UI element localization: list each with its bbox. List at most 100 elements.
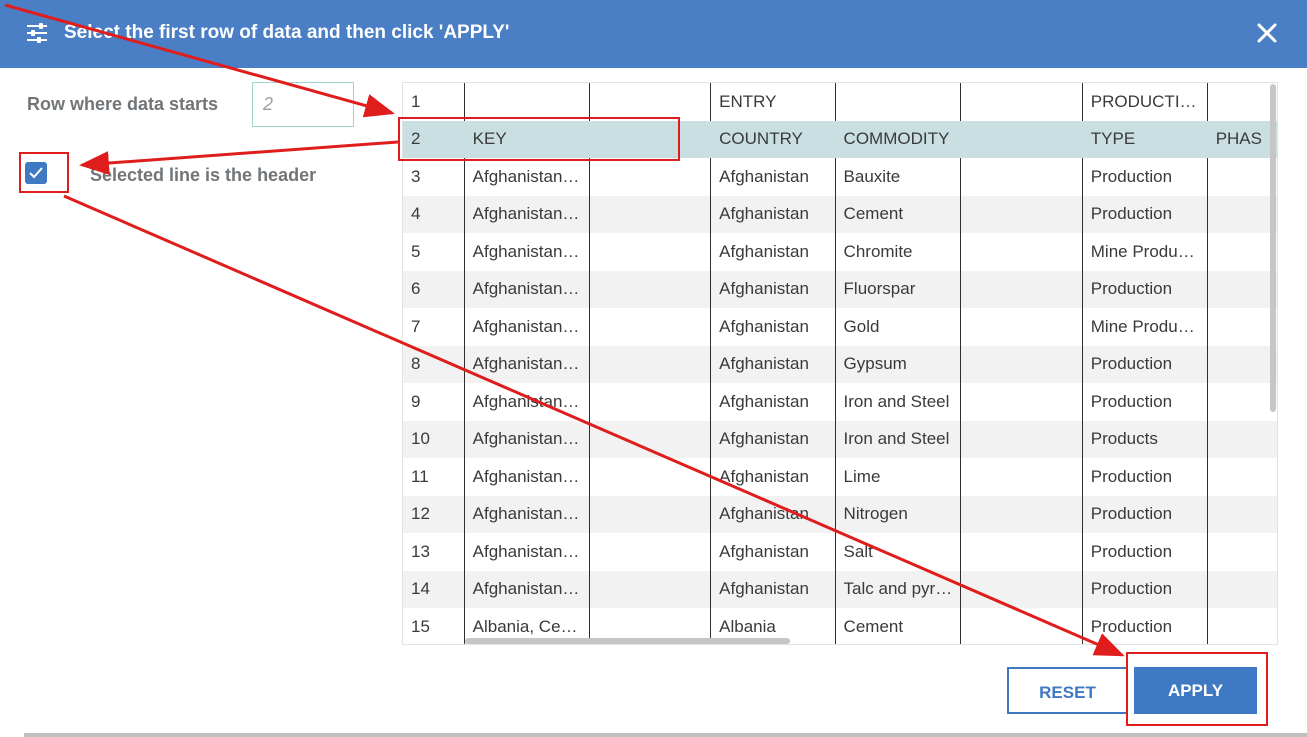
vertical-scrollbar[interactable]: [1270, 84, 1276, 412]
table-cell: Afghanistan…: [464, 570, 590, 608]
table-cell: TYPE: [1082, 120, 1208, 158]
table-row[interactable]: 6 Afghanistan… Afghanistan Fluorspar Product…: [403, 270, 1277, 308]
table-cell: Iron and Steel: [835, 383, 962, 421]
table-cell: [960, 233, 1083, 271]
table-cell: [1207, 346, 1277, 384]
table-cell: [960, 83, 1083, 121]
apply-button[interactable]: APPLY: [1134, 667, 1257, 714]
reset-button[interactable]: RESET: [1007, 667, 1128, 714]
table-cell: Production: [1082, 533, 1208, 571]
table-cell: Afghanistan…: [464, 270, 590, 308]
table-cell: [960, 120, 1083, 158]
table-cell: [589, 383, 712, 421]
data-grid: 1 ENTRY PRODUCTI… 2 KEY COUNTRY COMMODITY TYPE P…: [402, 82, 1278, 645]
checkmark-icon: [29, 167, 43, 179]
close-icon[interactable]: [1252, 18, 1282, 48]
table-cell: [589, 120, 712, 158]
table-cell: Afghanistan: [710, 195, 836, 233]
table-cell: Afghanistan…: [464, 458, 590, 496]
table-row[interactable]: 8 Afghanistan… Afghanistan Gypsum Production: [403, 345, 1277, 384]
table-cell: [589, 83, 712, 121]
table-row[interactable]: 14 Afghanistan… Afghanistan Talc and pyr… Pr…: [403, 570, 1277, 608]
table-cell: Production: [1082, 570, 1208, 608]
table-row[interactable]: 13 Afghanistan… Afghanistan Salt Production: [403, 533, 1277, 571]
table-cell: [1207, 83, 1277, 121]
data-table: 1 ENTRY PRODUCTI… 2 KEY COUNTRY COMMODITY TYPE P…: [403, 83, 1277, 644]
table-cell: Afghanistan: [710, 420, 836, 458]
table-cell: [960, 458, 1083, 496]
table-cell: [1207, 308, 1277, 346]
table-cell: Nitrogen: [835, 495, 962, 533]
table-cell: [960, 195, 1083, 233]
table-cell: Fluorspar: [835, 270, 962, 308]
table-cell: [960, 570, 1083, 608]
table-cell: Gypsum: [835, 345, 962, 383]
table-cell: [589, 233, 712, 271]
table-cell: [960, 533, 1083, 571]
table-cell: [1207, 383, 1277, 421]
table-cell: Afghanistan…: [464, 233, 590, 271]
table-cell: [960, 270, 1083, 308]
table-cell: [589, 570, 712, 608]
table-cell: Products: [1082, 420, 1208, 458]
table-cell: [1207, 421, 1277, 459]
table-row[interactable]: 1 ENTRY PRODUCTI…: [403, 83, 1277, 121]
row-number: 5: [403, 233, 465, 271]
table-cell: KEY: [464, 120, 590, 158]
table-row[interactable]: 4 Afghanistan… Afghanistan Cement Production: [403, 195, 1277, 233]
table-cell: [589, 420, 712, 458]
row-number: 15: [403, 608, 465, 644]
table-cell: ENTRY: [710, 83, 836, 121]
row-number: 3: [403, 158, 465, 196]
table-cell: Production: [1082, 458, 1208, 496]
table-cell: Afghanistan: [710, 345, 836, 383]
table-cell: [589, 533, 712, 571]
table-row[interactable]: 7 Afghanistan… Afghanistan Gold Mine Produ…: [403, 308, 1277, 346]
table-row[interactable]: 3 Afghanistan… Afghanistan Bauxite Productio…: [403, 158, 1277, 196]
table-cell: Cement: [835, 195, 962, 233]
table-row[interactable]: 10 Afghanistan… Afghanistan Iron and Steel P…: [403, 420, 1277, 459]
table-cell: [589, 458, 712, 496]
table-cell: [1207, 233, 1277, 271]
row-number: 8: [403, 345, 465, 383]
row-number: 12: [403, 495, 465, 533]
table-cell: Production: [1082, 383, 1208, 421]
table-cell: [589, 495, 712, 533]
table-cell: Afghanistan: [710, 458, 836, 496]
table-cell: [1207, 458, 1277, 496]
table-cell: Production: [1082, 495, 1208, 533]
table-cell: Afghanistan…: [464, 495, 590, 533]
table-cell: [589, 195, 712, 233]
table-cell: Afghanistan: [710, 533, 836, 571]
table-cell: Afghanistan: [710, 570, 836, 608]
table-row[interactable]: 11 Afghanistan… Afghanistan Lime Production: [403, 458, 1277, 496]
row-number: 10: [403, 420, 465, 458]
table-cell: [960, 383, 1083, 421]
row-number: 7: [403, 308, 465, 346]
horizontal-scrollbar[interactable]: [465, 638, 790, 644]
table-cell: [960, 345, 1083, 383]
table-cell: Afghanistan: [710, 233, 836, 271]
table-cell: [589, 158, 712, 196]
table-cell: [1207, 608, 1277, 644]
row-number: 13: [403, 533, 465, 571]
header-checkbox-label: Selected line is the header: [90, 165, 317, 185]
table-cell: COUNTRY: [710, 120, 836, 158]
table-row[interactable]: 9 Afghanistan… Afghanistan Iron and Steel Pr…: [403, 383, 1277, 421]
table-row[interactable]: 2 KEY COUNTRY COMMODITY TYPE PHAS: [403, 120, 1277, 158]
table-cell: Lime: [835, 458, 962, 496]
table-row[interactable]: 5 Afghanistan… Afghanistan Chromite Mine Pro…: [403, 233, 1277, 271]
sliders-icon: [26, 22, 48, 44]
row-start-input[interactable]: 2: [252, 82, 354, 127]
table-cell: PHAS: [1215, 129, 1262, 149]
table-cell: Afghanistan: [710, 308, 836, 346]
row-number: 6: [403, 270, 465, 308]
table-cell: [1207, 158, 1277, 196]
table-cell: Salt: [835, 533, 962, 571]
row-number: 4: [403, 195, 465, 233]
header-checkbox[interactable]: [25, 162, 47, 184]
table-cell: Production: [1082, 195, 1208, 233]
table-row[interactable]: 12 Afghanistan… Afghanistan Nitrogen Product…: [403, 495, 1277, 533]
table-cell: Afghanistan…: [464, 420, 590, 458]
table-cell: Iron and Steel: [835, 420, 962, 458]
